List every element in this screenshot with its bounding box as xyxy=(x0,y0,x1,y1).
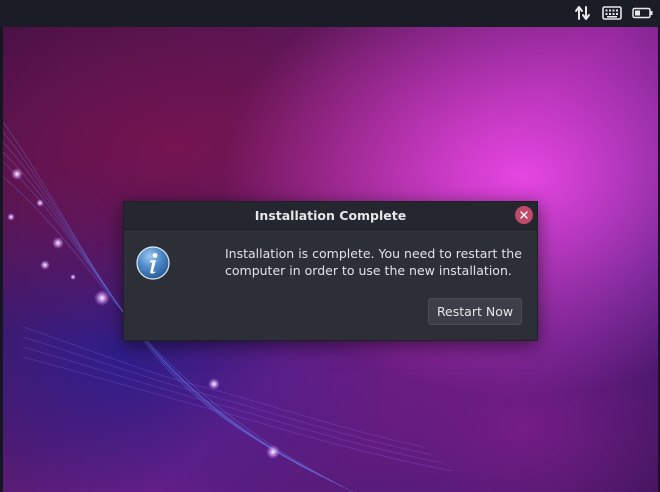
close-icon xyxy=(520,211,528,219)
desktop-screen: Installation Complete Installation is co… xyxy=(0,0,660,492)
top-panel xyxy=(0,0,660,27)
keyboard-icon[interactable] xyxy=(602,5,622,21)
info-icon xyxy=(136,246,170,280)
restart-now-button[interactable]: Restart Now xyxy=(428,298,522,325)
network-transfer-icon[interactable] xyxy=(574,5,592,21)
close-button[interactable] xyxy=(515,206,533,224)
battery-icon[interactable] xyxy=(632,5,654,21)
dialog-header[interactable]: Installation Complete xyxy=(124,202,537,230)
installation-complete-dialog: Installation Complete Installation is co… xyxy=(123,201,538,341)
dialog-title: Installation Complete xyxy=(254,208,407,223)
dialog-message: Installation is complete. You need to re… xyxy=(225,246,522,278)
